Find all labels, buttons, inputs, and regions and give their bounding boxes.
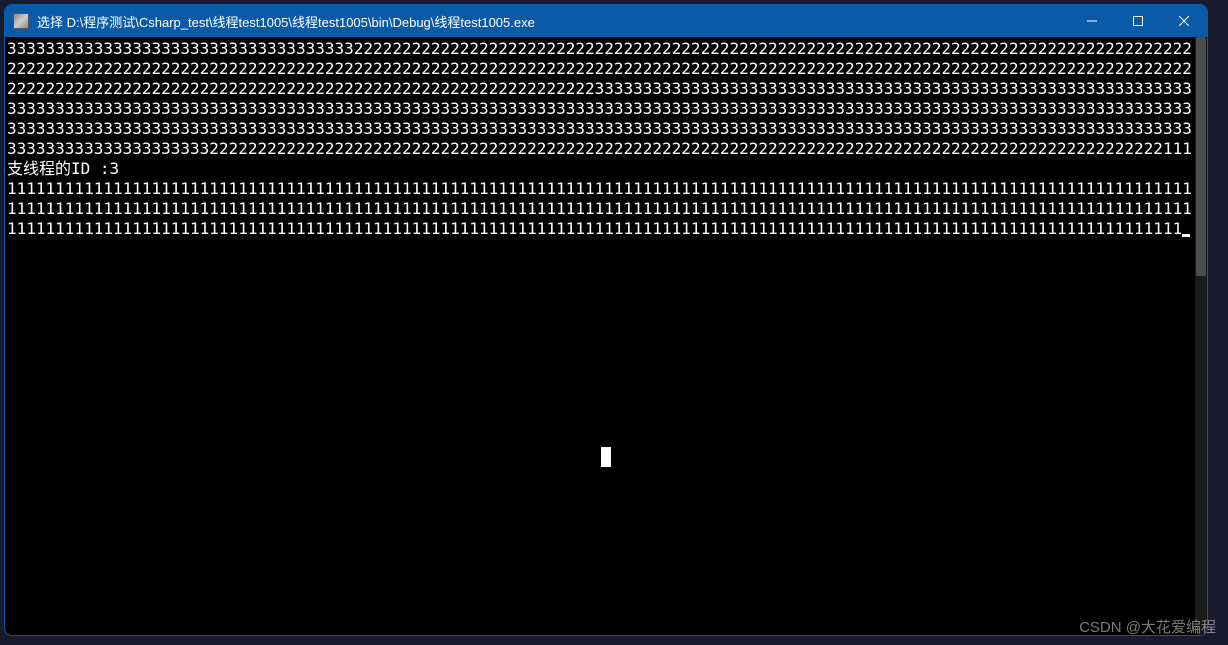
console-output[interactable]: 3333333333333333333333333333333333332222… [5,37,1195,635]
scrollbar-thumb[interactable] [1196,37,1206,276]
close-icon [1179,16,1189,26]
app-icon [13,13,29,29]
titlebar[interactable]: 选择 D:\程序测试\Csharp_test\线程test1005\线程test… [5,5,1207,37]
console-body[interactable]: 3333333333333333333333333333333333332222… [5,37,1207,635]
minimize-icon [1087,16,1097,26]
console-window: 选择 D:\程序测试\Csharp_test\线程test1005\线程test… [4,4,1208,636]
text-cursor [1182,234,1190,237]
window-controls [1069,5,1207,37]
maximize-icon [1133,16,1143,26]
output-line: 1111111111111111111111111111111111111111… [469,219,1182,238]
minimize-button[interactable] [1069,5,1115,37]
vertical-scrollbar[interactable] [1195,37,1207,635]
selection-block-cursor [601,447,611,467]
window-title: 选择 D:\程序测试\Csharp_test\线程test1005\线程test… [37,12,1069,31]
maximize-button[interactable] [1115,5,1161,37]
close-button[interactable] [1161,5,1207,37]
